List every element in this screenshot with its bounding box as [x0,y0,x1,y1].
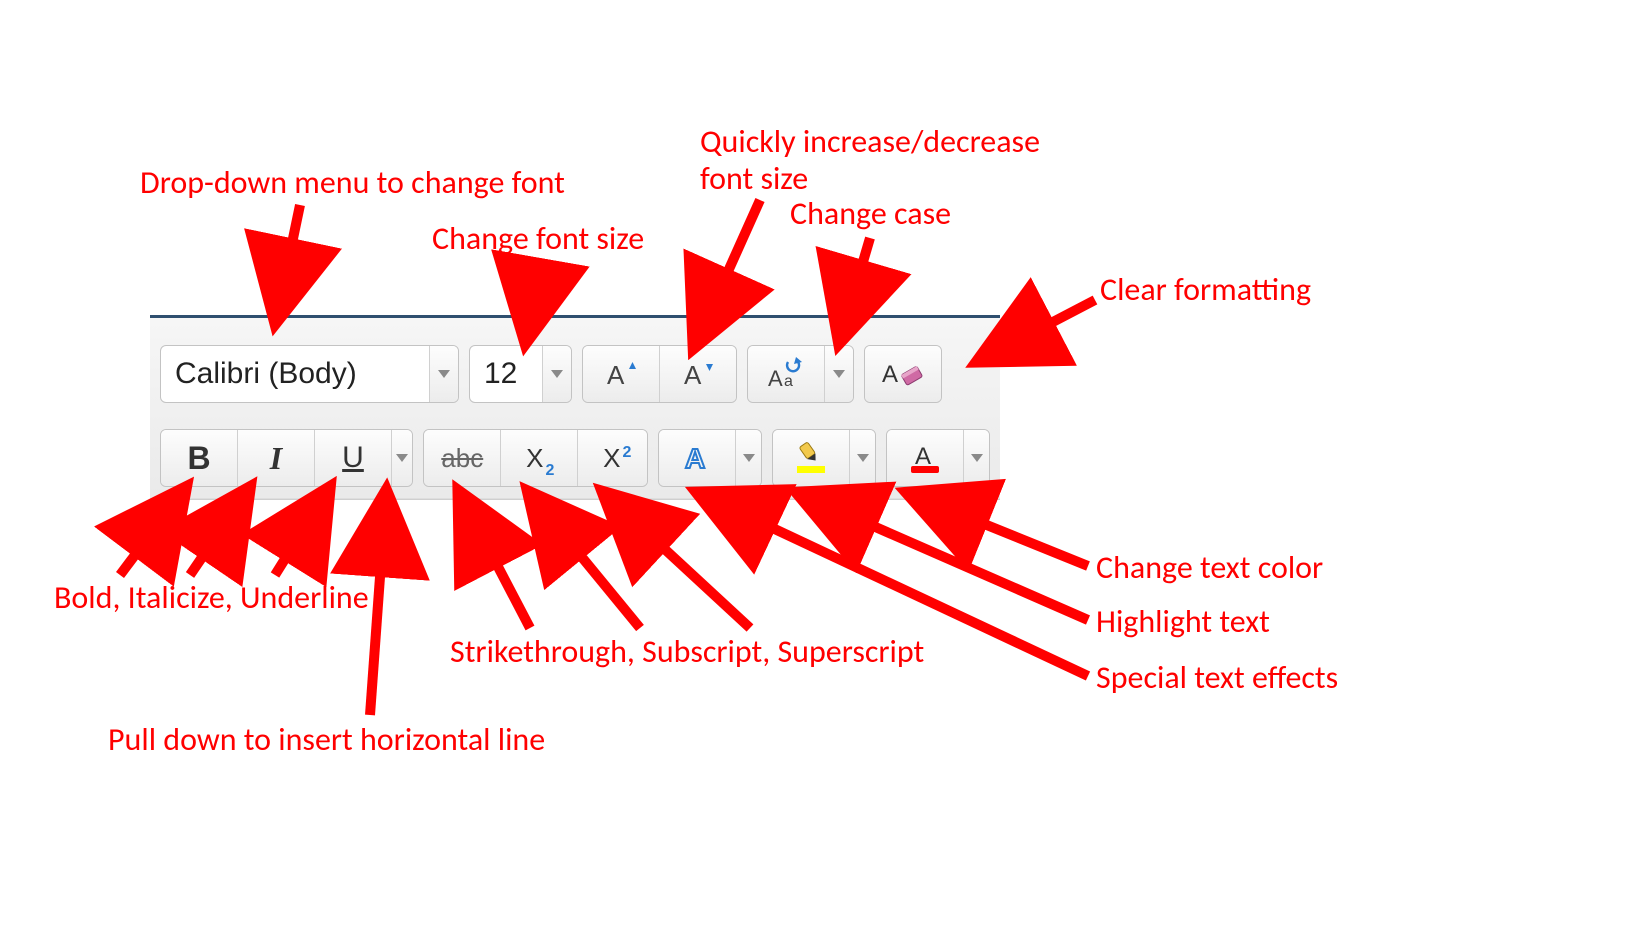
font-color-group: A [886,429,990,487]
font-size-value: 12 [470,346,542,402]
underline-button[interactable]: U [314,430,391,486]
subscript-button[interactable]: X2 [500,430,577,486]
annotation-font-size: Change font size [432,221,644,258]
chevron-down-icon [396,454,408,462]
shrink-font-icon: A [680,356,716,392]
font-size-dropdown[interactable] [542,346,571,402]
highlight-dropdown[interactable] [849,430,875,486]
font-color-dropdown[interactable] [963,430,989,486]
font-color-icon: A [907,440,943,476]
superscript-button[interactable]: X2 [577,430,648,486]
chevron-down-icon [971,454,983,462]
annotation-font-dropdown: Drop-down menu to change font [140,165,565,202]
strike-sub-super-group: abc X2 X2 [423,429,648,487]
bold-icon: B [187,440,210,477]
annotation-grow-shrink: Quickly increase/decrease font size [700,124,1040,198]
superscript-icon: X2 [603,443,629,474]
arrow-to-font-dropdown [276,205,300,320]
annotation-text-color: Change text color [1096,550,1323,587]
arrow-to-underline [275,490,328,575]
shrink-font-button[interactable]: A [659,346,736,402]
change-case-dropdown[interactable] [824,346,853,402]
annotation-strike-sub-super: Strikethrough, Subscript, Superscript [450,634,924,671]
bold-button[interactable]: B [161,430,237,486]
arrow-to-bold [120,490,184,575]
grow-font-icon: A [603,356,639,392]
font-size-combo[interactable]: 12 [469,345,572,403]
underline-icon: U [342,441,364,475]
toolbar-row-2: B I U abc X2 [160,430,990,486]
text-effects-group: A [658,429,762,487]
subscript-n: 2 [545,462,554,479]
svg-text:A: A [915,443,931,470]
arrow-to-subscript [530,494,640,628]
superscript-x: X [603,443,620,473]
font-name-combo[interactable]: Calibri (Body) [160,345,459,403]
arrow-to-highlight [800,494,1088,620]
strikethrough-button[interactable]: abc [424,430,500,486]
annotation-horizontal-line: Pull down to insert horizontal line [108,722,545,759]
superscript-n: 2 [622,444,631,461]
annotation-clear-formatting: Clear formatting [1100,272,1311,309]
arrow-to-strikethrough [460,494,530,628]
bold-italic-underline-group: B I U [160,429,413,487]
font-color-button[interactable]: A [887,430,963,486]
svg-text:A: A [685,443,705,474]
clear-formatting-button[interactable]: A [865,346,941,402]
grow-shrink-group: A A [582,345,737,403]
highlight-button[interactable] [773,430,849,486]
change-case-button[interactable]: A a [748,346,824,402]
diagram-stage: Drop-down menu to change font Change fon… [0,0,1630,930]
annotation-text-effects: Special text effects [1096,660,1338,697]
font-name-value: Calibri (Body) [161,346,429,402]
change-case-icon: A a [764,356,808,392]
change-case-group: A a [747,345,854,403]
arrow-to-font-color [910,494,1088,566]
svg-text:A: A [882,361,898,388]
underline-dropdown[interactable] [391,430,412,486]
subscript-x: X [526,443,543,473]
font-toolbar: Calibri (Body) 12 A [150,315,1000,500]
svg-text:a: a [784,373,793,390]
clear-formatting-icon: A [879,356,927,392]
text-effects-button[interactable]: A [659,430,735,486]
highlight-group [772,429,876,487]
arrow-to-underline-dropdown [370,494,386,715]
text-effects-icon: A [679,440,715,476]
toolbar-row-1: Calibri (Body) 12 A [160,346,990,402]
svg-text:A: A [684,360,702,390]
chevron-down-icon [857,454,869,462]
chevron-down-icon [438,370,450,378]
chevron-down-icon [833,370,845,378]
grow-font-button[interactable]: A [583,346,659,402]
annotation-highlight: Highlight text [1096,604,1270,641]
italic-button[interactable]: I [237,430,314,486]
font-name-dropdown[interactable] [429,346,458,402]
subscript-icon: X2 [526,443,552,474]
chevron-down-icon [551,370,563,378]
svg-text:A: A [768,366,783,391]
arrow-to-italic [190,490,248,575]
highlight-icon [793,440,829,476]
svg-text:A: A [607,360,625,390]
arrow-to-superscript [605,494,750,628]
annotation-change-case: Change case [790,196,951,233]
strikethrough-icon: abc [441,443,483,474]
text-effects-dropdown[interactable] [735,430,761,486]
chevron-down-icon [743,454,755,462]
italic-icon: I [270,440,282,477]
clear-formatting-group: A [864,345,942,403]
annotation-bold-italic-underline: Bold, Italicize, Underline [54,580,369,617]
